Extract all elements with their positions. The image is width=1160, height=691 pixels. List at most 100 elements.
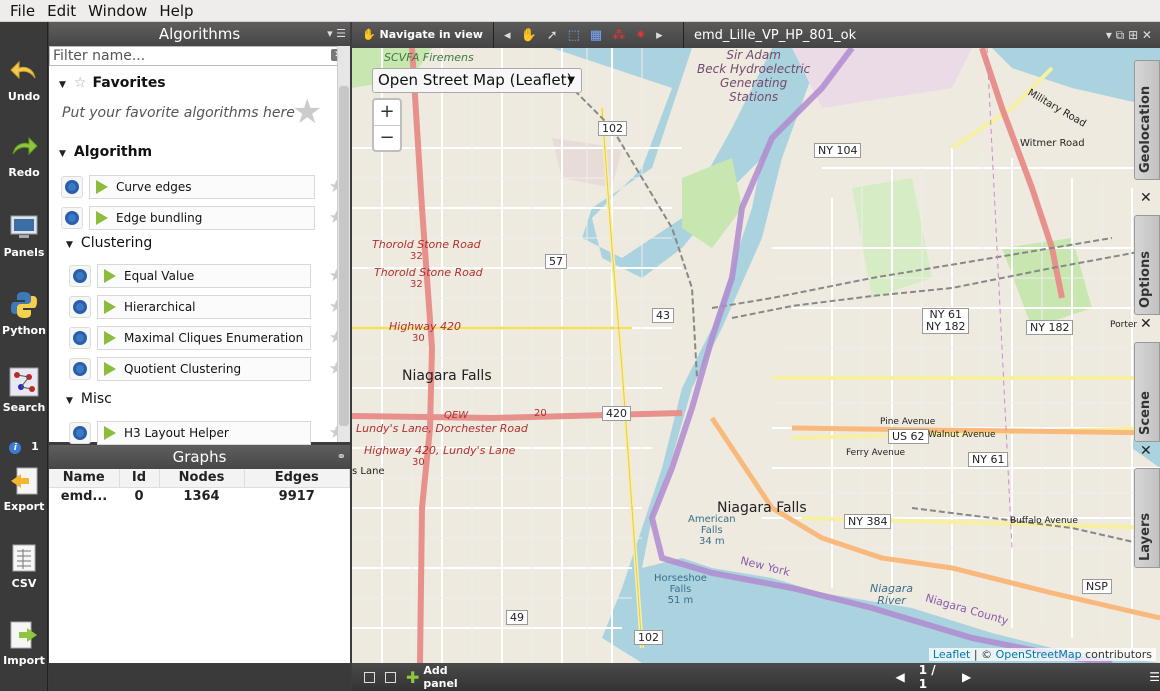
- clustering-section[interactable]: ▼ Clustering: [66, 235, 152, 251]
- page-prev-icon[interactable]: ◀: [895, 670, 904, 684]
- favorites-label: Favorites: [92, 75, 166, 91]
- map-label: Walnut Avenue: [928, 430, 996, 440]
- rect-select-icon[interactable]: ⬚: [568, 28, 580, 43]
- algorithms-scrollbar[interactable]: [337, 46, 350, 442]
- algorithms-panel: Algorithms ▾ ☰ Filter name... ✕ ▼ ☆ Favori…: [49, 22, 350, 445]
- panel-menu-icon[interactable]: ⚭: [337, 445, 346, 469]
- map-label: QEW: [444, 410, 469, 421]
- search-label: Search: [2, 401, 46, 414]
- graphs-header-row: Name Id Nodes Edges: [49, 469, 350, 488]
- algorithm-run-button[interactable]: Hierarchical: [97, 294, 311, 319]
- undo-button[interactable]: Undo: [0, 56, 48, 103]
- tile-layer-select[interactable]: Open Street Map (Leaflet) ▼: [372, 68, 582, 93]
- scroll-right-icon[interactable]: ▸: [656, 28, 663, 43]
- pointer-icon[interactable]: ➚: [547, 28, 558, 43]
- close-icon[interactable]: ✕: [1140, 316, 1152, 332]
- play-icon: [104, 268, 116, 283]
- algorithm-item[interactable]: Equal Value ★: [69, 263, 346, 288]
- info-indicator[interactable]: i 1: [0, 440, 48, 454]
- menu-window[interactable]: Window: [82, 2, 153, 20]
- route-shield: NY 61: [968, 452, 1009, 467]
- view-dropdown-icon[interactable]: ▾ ⧉ ⊞ ✕: [1106, 28, 1160, 43]
- algorithm-run-button[interactable]: Edge bundling: [89, 205, 315, 230]
- misc-section[interactable]: ▼ Misc: [66, 391, 112, 407]
- panels-button[interactable]: Panels: [0, 212, 48, 259]
- route-shield: NSP: [1082, 579, 1112, 594]
- hand-icon[interactable]: ✋: [521, 28, 537, 43]
- tab-layers[interactable]: Layers: [1134, 468, 1160, 568]
- navigate-mode-button[interactable]: ✋ Navigate in view: [352, 22, 494, 48]
- scrollbar-thumb[interactable]: [339, 86, 349, 426]
- python-icon: [11, 292, 37, 318]
- algorithm-item[interactable]: Quotient Clustering ★: [69, 356, 346, 381]
- grid-select-icon[interactable]: ▦: [590, 28, 602, 43]
- settings-gear-icon[interactable]: [69, 421, 91, 444]
- graph-name[interactable]: emd...: [49, 487, 119, 505]
- export-button[interactable]: Export: [0, 466, 48, 513]
- close-icon[interactable]: ✕: [1140, 443, 1152, 459]
- route-shield: 102: [634, 630, 663, 645]
- favorites-section[interactable]: ▼ ☆ Favorites: [59, 75, 166, 91]
- algorithm-run-button[interactable]: H3 Layout Helper: [97, 420, 311, 445]
- settings-gear-icon[interactable]: [61, 175, 83, 198]
- column-edges[interactable]: Edges: [244, 469, 350, 488]
- map-view[interactable]: SCVFA Firemens Sir Adam Beck Hydroelectr…: [352, 48, 1160, 663]
- node-edit-icon[interactable]: ⁂: [612, 28, 625, 43]
- settings-gear-icon[interactable]: [69, 264, 91, 287]
- algorithm-run-button[interactable]: Curve edges: [89, 174, 315, 199]
- search-icon: [9, 367, 39, 397]
- settings-gear-icon[interactable]: [69, 326, 91, 349]
- collapse-triangle-icon: ▼: [66, 240, 73, 250]
- menu-file[interactable]: File: [4, 2, 41, 20]
- close-icon[interactable]: ✕: [1140, 190, 1152, 206]
- zoom-out-button[interactable]: −: [374, 125, 400, 150]
- layout-single-icon[interactable]: [364, 671, 375, 683]
- csv-button[interactable]: CSV: [0, 543, 48, 590]
- search-button[interactable]: Search: [0, 367, 48, 414]
- tab-geolocation[interactable]: Geolocation: [1134, 60, 1160, 180]
- map-label: Ferry Avenue: [846, 448, 906, 458]
- tab-scene[interactable]: Scene: [1134, 342, 1160, 442]
- layout-split-icon[interactable]: [384, 671, 396, 683]
- scroll-left-icon[interactable]: ◂: [504, 28, 511, 43]
- algorithm-name: Maximal Cliques Enumeration: [124, 330, 304, 345]
- add-panel-button[interactable]: ✚ Add panel: [406, 664, 486, 690]
- algorithm-item[interactable]: Edge bundling ★: [61, 205, 346, 230]
- tab-options[interactable]: Options: [1134, 215, 1160, 315]
- osm-link[interactable]: OpenStreetMap: [996, 648, 1082, 661]
- favorites-hint: Put your favorite algorithms here: [62, 105, 295, 121]
- graphs-table: Name Id Nodes Edges emd... 0 1364 9917: [49, 469, 350, 505]
- algorithm-item[interactable]: Hierarchical ★: [69, 294, 346, 319]
- import-button[interactable]: Import: [0, 620, 48, 667]
- table-row[interactable]: emd... 0 1364 9917: [49, 487, 350, 505]
- column-id[interactable]: Id: [119, 469, 160, 488]
- algorithm-item[interactable]: Maximal Cliques Enumeration ★: [69, 325, 346, 350]
- algorithm-section[interactable]: ▼ Algorithm: [59, 144, 152, 160]
- settings-gear-icon[interactable]: [61, 206, 83, 229]
- column-nodes[interactable]: Nodes: [159, 469, 245, 488]
- panel-menu-icon[interactable]: ▾ ☰: [327, 22, 346, 46]
- settings-gear-icon[interactable]: [69, 357, 91, 380]
- leaflet-link[interactable]: Leaflet: [933, 648, 970, 661]
- menu-help[interactable]: Help: [153, 2, 199, 20]
- algorithm-name: Edge bundling: [116, 210, 203, 225]
- zoom-in-button[interactable]: +: [374, 100, 400, 125]
- algorithm-item[interactable]: H3 Layout Helper ★: [69, 420, 346, 445]
- map-attribution: Leaflet | © OpenStreetMap contributors: [928, 648, 1156, 661]
- python-label: Python: [2, 324, 46, 337]
- settings-gear-icon[interactable]: [69, 295, 91, 318]
- path-icon[interactable]: ⁕: [635, 28, 646, 43]
- algorithm-run-button[interactable]: Maximal Cliques Enumeration: [97, 325, 311, 350]
- python-button[interactable]: Python: [0, 290, 48, 337]
- algorithm-item[interactable]: Curve edges ★: [61, 174, 346, 199]
- bottom-menu-icon[interactable]: ☰: [1149, 670, 1160, 684]
- algorithm-run-button[interactable]: Quotient Clustering: [97, 356, 311, 381]
- menu-edit[interactable]: Edit: [41, 2, 82, 20]
- attribution-separator: | ©: [970, 648, 996, 661]
- filter-input[interactable]: Filter name... ✕: [49, 46, 350, 66]
- redo-button[interactable]: Redo: [0, 132, 48, 179]
- side-tab-bar: Geolocation ✕ Options ✕ Scene ✕ Layers: [1134, 60, 1160, 610]
- algorithm-run-button[interactable]: Equal Value: [97, 263, 311, 288]
- page-next-icon[interactable]: ▶: [962, 670, 971, 684]
- column-name[interactable]: Name: [49, 469, 120, 488]
